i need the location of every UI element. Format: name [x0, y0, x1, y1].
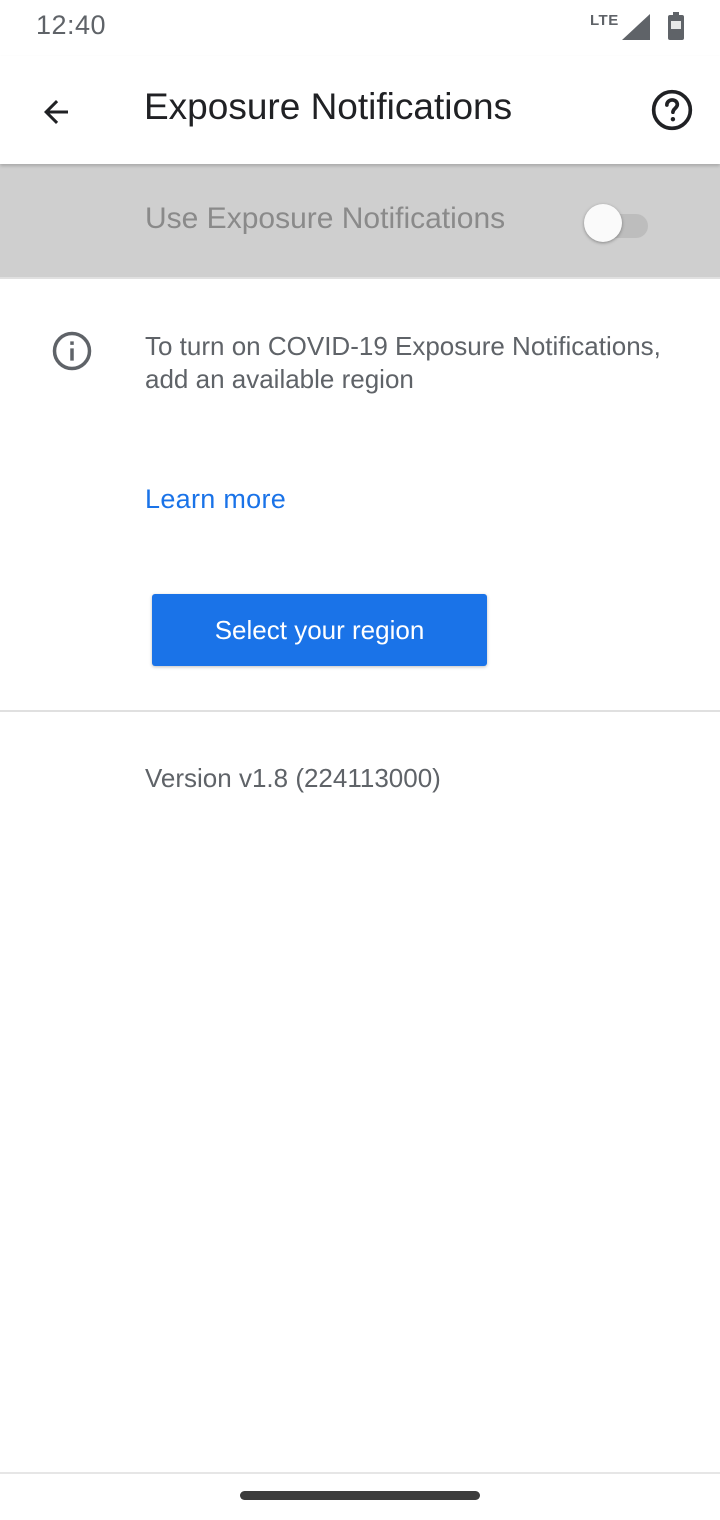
learn-more-link[interactable]: Learn more — [145, 484, 286, 515]
arrow-back-icon — [44, 100, 68, 124]
nav-bar-divider — [0, 1472, 720, 1474]
help-button[interactable] — [644, 82, 700, 138]
network-type-label: LTE — [590, 12, 619, 29]
use-exposure-notifications-row[interactable]: Use Exposure Notifications — [0, 164, 720, 279]
status-bar: 12:40 LTE — [0, 0, 720, 56]
back-button[interactable] — [28, 84, 84, 140]
divider — [0, 710, 720, 712]
app-bar: Exposure Notifications — [0, 56, 720, 164]
info-icon — [52, 331, 92, 371]
page-title: Exposure Notifications — [144, 86, 513, 127]
cell-signal-icon — [622, 14, 650, 40]
toggle-label: Use Exposure Notifications — [145, 202, 506, 235]
select-region-button[interactable]: Select your region — [152, 594, 487, 666]
screen: 12:40 LTE Exposure Notifications Use Exp… — [0, 0, 720, 1520]
help-circle-icon — [651, 89, 693, 131]
status-time: 12:40 — [36, 10, 107, 40]
gesture-nav-handle[interactable] — [240, 1491, 480, 1500]
battery-icon — [668, 12, 684, 40]
info-message: To turn on COVID-19 Exposure Notificatio… — [145, 331, 661, 394]
version-label: Version v1.8 (224113000) — [145, 763, 441, 793]
switch-thumb — [584, 204, 622, 242]
exposure-notifications-switch[interactable] — [584, 202, 652, 242]
